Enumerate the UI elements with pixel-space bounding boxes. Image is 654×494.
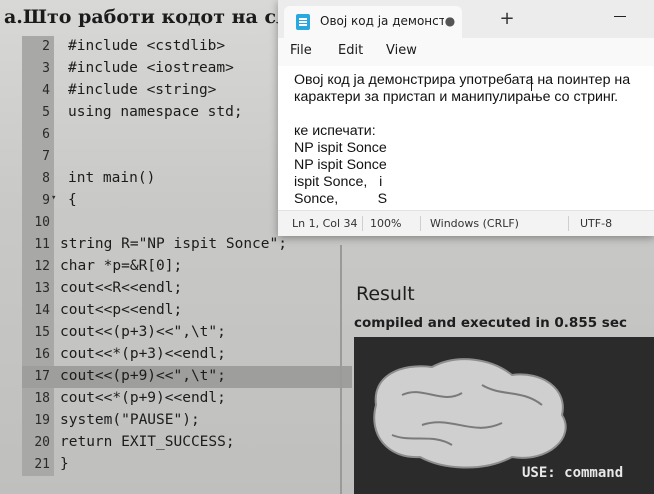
code-text: int main(): [68, 170, 156, 186]
line-number: 2: [42, 39, 50, 54]
code-text: cout<<(p+9)<<",\t";: [60, 368, 226, 384]
code-text: system("PAUSE");: [60, 412, 200, 428]
line-number: 11: [34, 237, 50, 252]
menu-file[interactable]: File: [290, 43, 312, 58]
status-separator: [362, 216, 363, 231]
code-text: cout<<p<<endl;: [60, 302, 183, 318]
crumpled-paper-image: [373, 358, 567, 469]
console-pause-text: USE: command: [522, 465, 624, 481]
title-bar: Овој код ја демонстри ● +: [278, 0, 654, 38]
code-text: string R="NP ispit Sonce";: [60, 236, 287, 252]
code-text: cout<<(p+3)<<",\t";: [60, 324, 226, 340]
line-number: 20: [34, 435, 50, 450]
line-number: 4: [42, 83, 50, 98]
status-separator: [568, 216, 569, 231]
notepad-window: Овој код ја демонстри ● + File Edit View…: [278, 0, 654, 236]
menu-bar: File Edit View: [278, 38, 654, 66]
encoding[interactable]: UTF-8: [580, 217, 612, 230]
fold-marker-icon: ▾: [51, 193, 57, 203]
line-number: 14: [34, 303, 50, 318]
line-number: 5: [42, 105, 50, 120]
code-line: 17 cout<<(p+9)<<",\t";: [22, 366, 352, 388]
line-number: 8: [42, 171, 50, 186]
status-separator: [420, 216, 421, 231]
editor-content[interactable]: Овој код ја демонстрира употребата на по…: [294, 72, 654, 208]
line-number: 10: [34, 215, 50, 230]
page-divider: [340, 245, 342, 494]
code-text: return EXIT_SUCCESS;: [60, 434, 235, 450]
line-number: 19: [34, 413, 50, 428]
task-heading: а.Што работи кодот на сл: [4, 6, 290, 28]
code-text: #include <iostream>: [68, 60, 234, 76]
code-line: 21}: [22, 454, 352, 476]
line-number: 18: [34, 391, 50, 406]
line-number: 9: [42, 193, 50, 208]
text-caret: [531, 76, 532, 91]
line-number: 21: [34, 457, 50, 472]
unsaved-dot-icon[interactable]: ●: [442, 12, 458, 30]
line-number: 17: [34, 369, 50, 384]
code-line: 13 cout<<R<<endl;: [22, 278, 352, 300]
zoom-level[interactable]: 100%: [370, 217, 401, 230]
code-text: {: [68, 192, 77, 208]
line-number: 13: [34, 281, 50, 296]
tab-title: Овој код ја демонстри: [320, 14, 444, 28]
menu-view[interactable]: View: [386, 43, 417, 58]
notepad-icon: [296, 14, 310, 30]
line-number: 3: [42, 61, 50, 76]
code-line: 19 system("PAUSE");: [22, 410, 352, 432]
minimize-button[interactable]: [612, 9, 628, 25]
code-text: cout<<*(p+9)<<endl;: [60, 390, 226, 406]
line-number: 6: [42, 127, 50, 142]
code-line: 11 string R="NP ispit Sonce";: [22, 234, 352, 256]
code-line: 15 cout<<(p+3)<<",\t";: [22, 322, 352, 344]
code-text: using namespace std;: [68, 104, 243, 120]
result-compiled-text: compiled and executed in 0.855 sec: [354, 315, 628, 331]
code-line: 12 char *p=&R[0];: [22, 256, 352, 278]
code-line: 20 return EXIT_SUCCESS;: [22, 432, 352, 454]
code-line: 18 cout<<*(p+9)<<endl;: [22, 388, 352, 410]
result-title: Result: [356, 283, 415, 305]
text-editor[interactable]: Овој код ја демонстрира употребата на по…: [278, 66, 654, 210]
code-text: #include <cstdlib>: [68, 38, 226, 54]
code-line: 16 cout<<*(p+3)<<endl;: [22, 344, 352, 366]
document-tab[interactable]: Овој код ја демонстри ●: [284, 6, 462, 38]
line-number: 16: [34, 347, 50, 362]
line-ending[interactable]: Windows (CRLF): [430, 217, 519, 230]
line-number: 12: [34, 259, 50, 274]
console-output: USE: command: [354, 337, 654, 494]
line-number: 15: [34, 325, 50, 340]
new-tab-button[interactable]: +: [496, 8, 518, 30]
result-panel: Result compiled and executed in 0.855 se…: [348, 245, 654, 494]
code-line: 14 cout<<p<<endl;: [22, 300, 352, 322]
menu-edit[interactable]: Edit: [338, 43, 363, 58]
code-text: }: [60, 456, 69, 472]
code-text: #include <string>: [68, 82, 217, 98]
code-text: cout<<*(p+3)<<endl;: [60, 346, 226, 362]
line-number: 7: [42, 149, 50, 164]
code-text: char *p=&R[0];: [60, 258, 183, 274]
code-text: cout<<R<<endl;: [60, 280, 183, 296]
cursor-position[interactable]: Ln 1, Col 34: [292, 217, 358, 230]
status-bar: Ln 1, Col 34 100% Windows (CRLF) UTF-8: [278, 210, 654, 236]
